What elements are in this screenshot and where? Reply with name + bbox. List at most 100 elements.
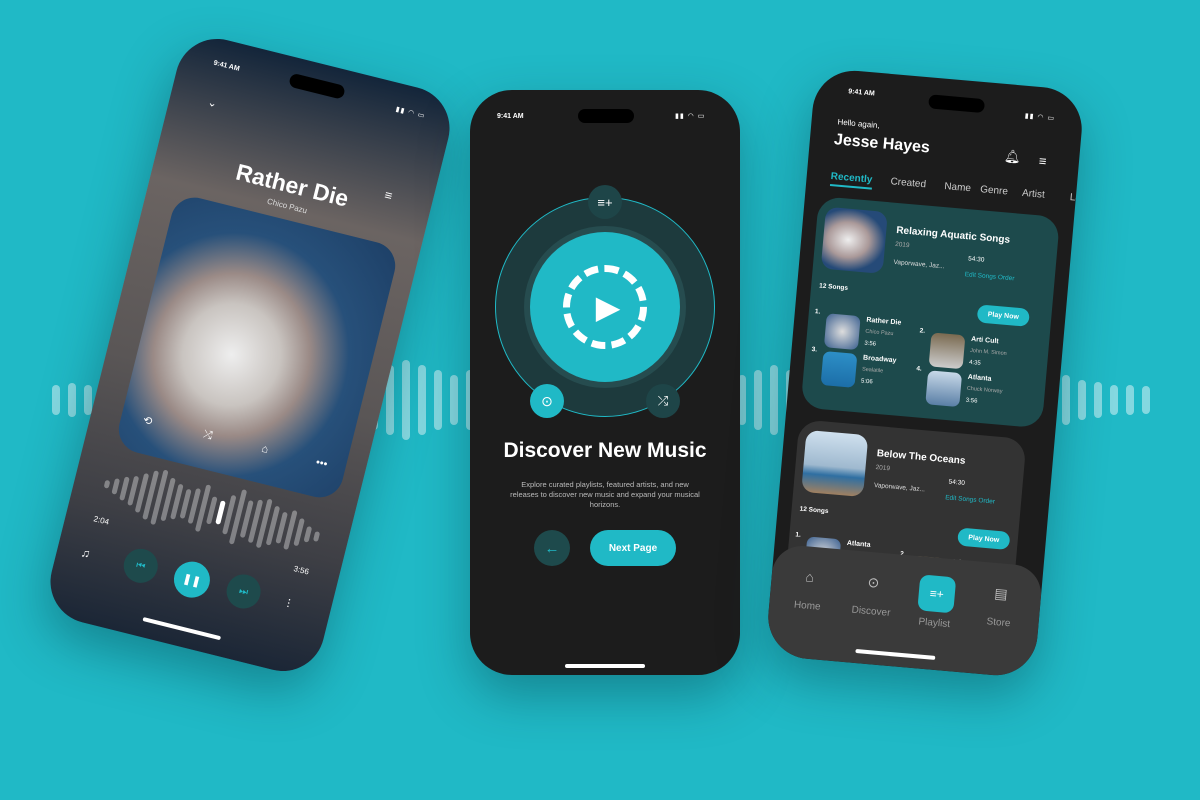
waveform-bar [111, 478, 121, 495]
playlist-card[interactable]: Relaxing Aquatic Songs 2019 54:30 Vaporwave… [800, 196, 1061, 429]
shuffle-icon[interactable]: ⤮ [646, 384, 680, 418]
nav-label: Playlist [917, 616, 951, 631]
discover-phone: 9:41 AM ▮▮ ◠ ▭ ▶ ≡+ ⊙ ⤮ Discover New Mus… [470, 90, 740, 675]
description: Explore curated playlists, featured arti… [510, 480, 700, 509]
previous-icon: ⏮ [135, 559, 147, 573]
arrow-left-icon: ← [544, 539, 560, 557]
nav-item-store[interactable]: ▤ Store [968, 579, 1032, 631]
home-indicator [565, 664, 645, 668]
next-icon: ⏭ [237, 585, 250, 598]
song-count: 12 Songs [799, 505, 829, 516]
tag-icon[interactable]: ⌂ [260, 443, 269, 456]
player-orbit: ▶ [495, 197, 715, 417]
song-count: 12 Songs [818, 282, 849, 292]
nav-label: Discover [851, 604, 891, 619]
sound-bar [52, 385, 60, 415]
sound-bar [402, 360, 410, 440]
playlist-duration: 54:30 [967, 255, 985, 264]
sound-bar [434, 370, 442, 430]
waveform-bar [103, 479, 111, 489]
more-icon[interactable]: ••• [315, 456, 329, 470]
tab-created[interactable]: Created [890, 176, 926, 190]
bottom-nav: ⌂ Home ⊙ Discover ≡+ Playlist ▤ Store [764, 543, 1044, 679]
dynamic-island [288, 72, 346, 100]
page-title: Discover New Music [503, 439, 707, 462]
song-thumbnail [823, 313, 861, 351]
tab-recently[interactable]: Recently [829, 171, 873, 190]
nav-item-home[interactable]: ⌂ Home [777, 562, 841, 614]
playlist-title: Relaxing Aquatic Songs [895, 224, 1011, 246]
shuffle-icon[interactable]: ⤮ [202, 428, 213, 443]
song-time: 3:56 [965, 397, 978, 405]
song-number: 4. [916, 365, 923, 373]
dynamic-island [578, 109, 634, 123]
song-title[interactable]: Atlanta [967, 374, 991, 383]
duration-time: 3:56 [292, 564, 310, 577]
user-name: Jesse Hayes [833, 131, 931, 157]
play-circle-icon[interactable]: ⊙ [530, 384, 564, 418]
discover-icon: ⊙ [867, 573, 881, 591]
sound-bar [68, 383, 76, 417]
status-icons: ▮▮ ◠ ▭ [675, 113, 706, 120]
tab-genre[interactable]: Genre [980, 184, 1009, 197]
greeting: Hello again, [837, 117, 881, 131]
next-button[interactable]: ⏭ [222, 570, 265, 613]
playlist-year: 2019 [894, 240, 910, 250]
elapsed-time: 2:04 [92, 514, 110, 527]
menu-icon[interactable]: ≡ [1038, 153, 1047, 169]
playlist-duration: 54:30 [948, 478, 966, 487]
waveform-bar [303, 525, 313, 543]
library-phone: 9:41 AM ▮▮ ◠ ▭ Hello again, Jesse Hayes … [764, 67, 1086, 679]
playlist-genres: Vaporwave, Jaz... [893, 258, 945, 271]
playlist-title: Below The Oceans [876, 448, 966, 467]
repeat-icon[interactable]: ⟲ [142, 413, 154, 428]
playlist-add-icon[interactable]: ≡+ [588, 185, 622, 219]
sound-bar [1126, 385, 1134, 415]
song-title[interactable]: Atlanta [847, 540, 871, 549]
previous-button[interactable]: ⏮ [120, 545, 162, 587]
playlist-cover [820, 206, 888, 274]
tab-artist[interactable]: Artist [1022, 188, 1046, 201]
play-button[interactable]: ▶ [530, 232, 680, 382]
chevron-down-icon[interactable]: ⌄ [206, 96, 218, 110]
pause-button[interactable]: ❚❚ [170, 557, 214, 602]
bell-icon[interactable]: 🔔︎ [1004, 148, 1022, 165]
back-button[interactable]: ← [534, 530, 570, 566]
song-artist: Sealatile [861, 366, 884, 375]
waveform-bar [293, 517, 305, 547]
nav-label: Home [793, 599, 822, 613]
play-icon: ▶ [563, 265, 647, 349]
play-now-button[interactable]: Play Now [957, 527, 1011, 550]
status-icons: ▮▮ ◠ ▭ [1024, 112, 1056, 123]
store-icon: ▤ [993, 584, 1009, 603]
song-thumbnail [928, 332, 966, 370]
edit-songs-order-link[interactable]: Edit Songs Order [964, 271, 1014, 282]
song-time: 4:35 [968, 359, 981, 367]
next-page-button[interactable]: Next Page [590, 530, 676, 566]
home-icon: ⌂ [804, 568, 815, 586]
status-time: 9:41 AM [847, 88, 876, 98]
song-title[interactable]: Arti Cult [971, 336, 999, 345]
sound-bar [1142, 386, 1150, 414]
song-title[interactable]: Broadway [863, 355, 897, 365]
sound-bar [1078, 380, 1086, 420]
lyrics-icon[interactable]: ♫ [80, 545, 92, 561]
song-title[interactable]: Rather Die [866, 317, 901, 327]
edit-songs-order-link[interactable]: Edit Songs Order [945, 494, 995, 505]
play-now-button[interactable]: Play Now [976, 304, 1030, 327]
equalizer-icon[interactable]: ⫶ [285, 597, 291, 612]
pause-icon: ❚❚ [181, 572, 203, 589]
sound-bar [1094, 382, 1102, 418]
dynamic-island [928, 94, 986, 114]
sound-bar [450, 375, 458, 425]
sound-bar [770, 365, 778, 435]
status-icons: ▮▮ ◠ ▭ [394, 106, 427, 121]
tab-name[interactable]: Name [944, 181, 972, 194]
sound-bar [418, 365, 426, 435]
song-time: 3:56 [864, 340, 877, 348]
nav-item-discover[interactable]: ⊙ Discover [841, 568, 905, 620]
song-artist: John M. Simon [969, 347, 1007, 358]
waveform-bar [312, 531, 321, 542]
song-time: 5:06 [860, 378, 873, 386]
nav-item-playlist[interactable]: ≡+ Playlist [904, 573, 968, 631]
